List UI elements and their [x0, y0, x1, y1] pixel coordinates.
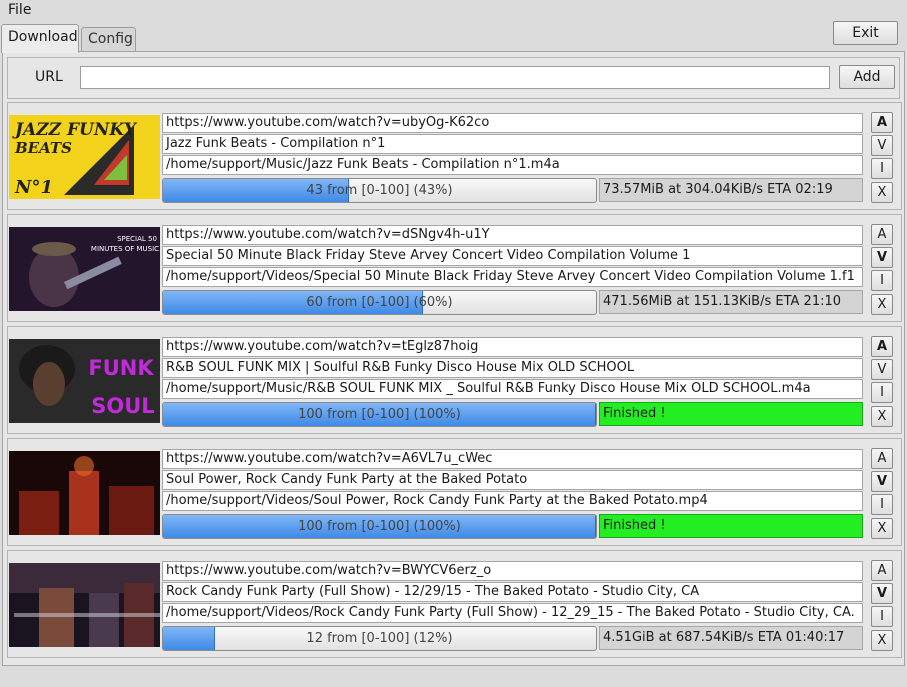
- status-field: Finished !: [599, 514, 863, 538]
- menu-bar: File: [0, 0, 907, 20]
- url-bar: URL Add: [7, 57, 900, 99]
- status-field: 4.51GiB at 687.54KiB/s ETA 01:40:17: [599, 626, 863, 650]
- exit-button[interactable]: Exit: [833, 21, 898, 45]
- thumbnail-image: SPECIAL 50 MINUTES OF MUSIC: [9, 227, 160, 311]
- download-item: https://www.youtube.com/watch?v=BWYCV6er…: [7, 550, 902, 658]
- path-field[interactable]: /home/support/Videos/Rock Candy Funk Par…: [162, 603, 863, 623]
- progress-bar: 12 from [0-100] (12%): [162, 626, 597, 651]
- path-field[interactable]: /home/support/Videos/Soul Power, Rock Ca…: [162, 491, 863, 511]
- video-button[interactable]: V: [871, 583, 893, 604]
- download-item: FUNK SOUL https://www.youtube.com/watch?…: [7, 326, 902, 434]
- info-button[interactable]: I: [871, 494, 893, 515]
- audio-button[interactable]: A: [871, 112, 893, 133]
- info-button[interactable]: I: [871, 606, 893, 627]
- path-field[interactable]: /home/support/Music/Jazz Funk Beats - Co…: [162, 155, 863, 175]
- status-field: 471.56MiB at 151.13KiB/s ETA 21:10: [599, 290, 863, 314]
- thumb-line2: SOUL: [91, 394, 154, 418]
- audio-button[interactable]: A: [871, 336, 893, 357]
- progress-text: 12 from [0-100] (12%): [306, 631, 453, 646]
- title-field[interactable]: Jazz Funk Beats - Compilation n°1: [162, 134, 863, 154]
- url-field[interactable]: https://www.youtube.com/watch?v=BWYCV6er…: [162, 561, 863, 581]
- thumb-line2: BEATS: [14, 139, 72, 157]
- path-field[interactable]: /home/support/Music/R&B SOUL FUNK MIX _ …: [162, 379, 863, 399]
- progress-bar: 100 from [0-100] (100%): [162, 514, 597, 539]
- progress-text: 100 from [0-100] (100%): [298, 519, 461, 534]
- remove-button[interactable]: X: [871, 630, 893, 651]
- add-button[interactable]: Add: [839, 65, 895, 89]
- thumbnail-image: [9, 563, 160, 647]
- info-button[interactable]: I: [871, 270, 893, 291]
- status-field: Finished !: [599, 402, 863, 426]
- download-item: SPECIAL 50 MINUTES OF MUSIC https://www.…: [7, 214, 902, 322]
- title-field[interactable]: Soul Power, Rock Candy Funk Party at the…: [162, 470, 863, 490]
- path-field[interactable]: /home/support/Videos/Special 50 Minute B…: [162, 267, 863, 287]
- download-item: JAZZ FUNKY BEATS N°1 https://www.youtube…: [7, 102, 902, 210]
- remove-button[interactable]: X: [871, 182, 893, 203]
- download-item: https://www.youtube.com/watch?v=A6VL7u_c…: [7, 438, 902, 546]
- audio-button[interactable]: A: [871, 224, 893, 245]
- remove-button[interactable]: X: [871, 294, 893, 315]
- progress-bar: 100 from [0-100] (100%): [162, 402, 597, 427]
- thumbnail-image: JAZZ FUNKY BEATS N°1: [9, 115, 160, 199]
- progress-text: 100 from [0-100] (100%): [298, 407, 461, 422]
- status-field: 73.57MiB at 304.04KiB/s ETA 02:19: [599, 178, 863, 202]
- thumb-line1: FUNK: [88, 356, 154, 380]
- audio-button[interactable]: A: [871, 448, 893, 469]
- download-panel: URL Add JAZZ FUNKY BEATS N°1 https://www…: [2, 51, 905, 666]
- audio-button[interactable]: A: [871, 560, 893, 581]
- video-button[interactable]: V: [871, 359, 893, 380]
- progress-text: 43 from [0-100] (43%): [306, 183, 453, 198]
- video-button[interactable]: V: [871, 135, 893, 156]
- title-field[interactable]: R&B SOUL FUNK MIX | Soulful R&B Funky Di…: [162, 358, 863, 378]
- info-button[interactable]: I: [871, 382, 893, 403]
- url-field[interactable]: https://www.youtube.com/watch?v=A6VL7u_c…: [162, 449, 863, 469]
- remove-button[interactable]: X: [871, 518, 893, 539]
- progress-bar: 43 from [0-100] (43%): [162, 178, 597, 203]
- title-field[interactable]: Special 50 Minute Black Friday Steve Arv…: [162, 246, 863, 266]
- thumb-line3: N°1: [14, 177, 53, 198]
- thumbnail-image: FUNK SOUL: [9, 339, 160, 423]
- progress-text: 60 from [0-100] (60%): [306, 295, 453, 310]
- url-field[interactable]: https://www.youtube.com/watch?v=dSNgv4h-…: [162, 225, 863, 245]
- remove-button[interactable]: X: [871, 406, 893, 427]
- url-field[interactable]: https://www.youtube.com/watch?v=ubyOg-K6…: [162, 113, 863, 133]
- progress-bar: 60 from [0-100] (60%): [162, 290, 597, 315]
- thumb-line2: MINUTES OF MUSIC: [91, 245, 159, 253]
- thumbnail-image: [9, 451, 160, 535]
- url-label: URL: [35, 69, 63, 85]
- info-button[interactable]: I: [871, 158, 893, 179]
- url-field[interactable]: https://www.youtube.com/watch?v=tEglz87h…: [162, 337, 863, 357]
- tab-download[interactable]: Download: [1, 24, 79, 53]
- title-field[interactable]: Rock Candy Funk Party (Full Show) - 12/2…: [162, 582, 863, 602]
- url-input[interactable]: [80, 66, 830, 89]
- video-button[interactable]: V: [871, 471, 893, 492]
- menu-file[interactable]: File: [8, 2, 31, 18]
- thumb-line1: JAZZ FUNKY: [12, 120, 138, 140]
- tab-config[interactable]: Config: [81, 27, 136, 51]
- thumb-line1: SPECIAL 50: [117, 235, 157, 243]
- video-button[interactable]: V: [871, 247, 893, 268]
